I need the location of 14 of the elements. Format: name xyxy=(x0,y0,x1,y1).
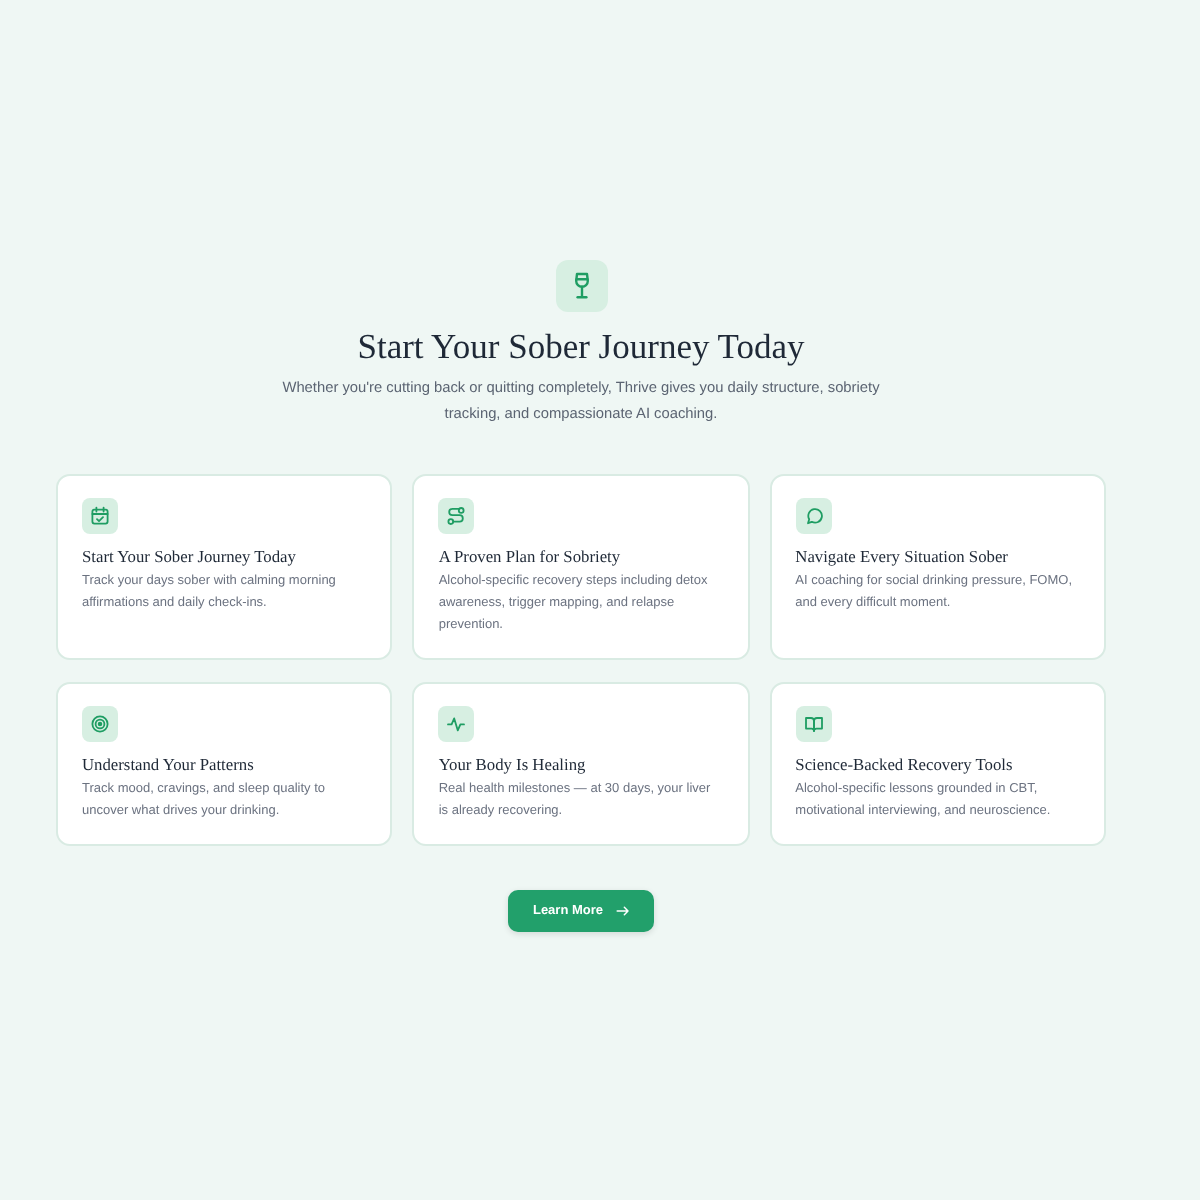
feature-title: A Proven Plan for Sobriety xyxy=(438,546,623,568)
page-title: Start Your Sober Journey Today xyxy=(357,324,805,368)
target-icon xyxy=(82,706,118,742)
feature-title: Start Your Sober Journey Today xyxy=(82,546,298,568)
wine-glass-icon xyxy=(555,260,607,312)
open-book-icon xyxy=(795,706,832,742)
route-icon xyxy=(438,498,475,534)
arrow-right-icon xyxy=(615,906,630,916)
calendar-check-icon xyxy=(82,498,118,534)
feature-title: Navigate Every Situation Sober xyxy=(795,546,1010,568)
chat-bubble-icon xyxy=(795,498,832,534)
feature-title: Your Body Is Healing xyxy=(438,754,588,776)
feature-title: Science-Backed Recovery Tools xyxy=(795,754,1015,776)
feature-title: Understand Your Patterns xyxy=(82,754,256,776)
